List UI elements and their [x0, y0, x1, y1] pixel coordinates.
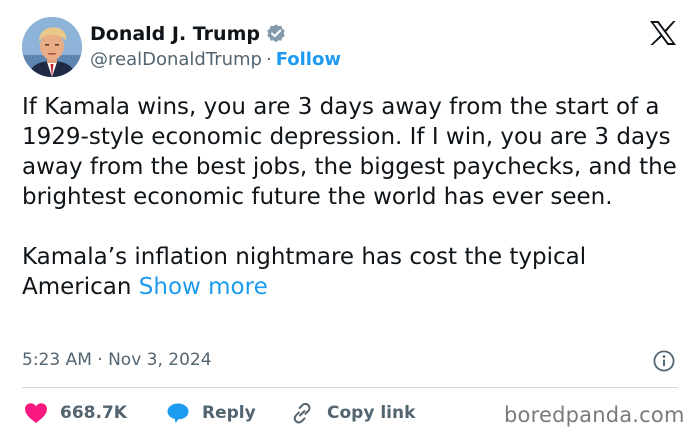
tweet-text: If Kamala wins, you are 3 days away from… — [22, 92, 687, 302]
copy-link-label: Copy link — [327, 403, 416, 423]
heart-icon — [25, 403, 47, 423]
info-icon[interactable] — [652, 349, 676, 373]
verified-badge-icon — [265, 23, 287, 45]
watermark: boredpanda.com — [504, 403, 685, 427]
display-name[interactable]: Donald J. Trump — [90, 22, 260, 46]
divider — [22, 387, 678, 388]
tweet-paragraph-text: Kamala’s inflation nightmare has cost th… — [22, 244, 587, 300]
avatar[interactable] — [22, 17, 82, 77]
speech-bubble-icon — [167, 403, 189, 423]
reply-label: Reply — [202, 403, 256, 423]
tweet-card: Donald J. Trump @realDonaldTrump · Follow … — [0, 0, 700, 440]
x-logo-icon[interactable] — [649, 20, 677, 46]
like-button[interactable]: 668.7K — [24, 400, 127, 426]
display-name-row[interactable]: Donald J. Trump — [90, 22, 287, 46]
link-icon — [293, 402, 311, 424]
handle[interactable]: @realDonaldTrump — [90, 49, 262, 70]
follow-button[interactable]: Follow — [276, 49, 341, 70]
tweet-paragraph: If Kamala wins, you are 3 days away from… — [22, 94, 677, 210]
like-count: 668.7K — [60, 403, 127, 423]
avatar-image — [22, 17, 82, 77]
show-more-link[interactable]: Show more — [139, 274, 268, 300]
separator-dot: · — [265, 49, 272, 70]
copy-link-button[interactable]: Copy link — [289, 400, 415, 426]
reply-button[interactable]: Reply — [166, 400, 256, 426]
tweet-paragraph: Kamala’s inflation nightmare has cost th… — [22, 242, 687, 302]
timestamp[interactable]: 5:23 AM · Nov 3, 2024 — [22, 348, 212, 372]
handle-row: @realDonaldTrump · Follow — [90, 48, 341, 72]
